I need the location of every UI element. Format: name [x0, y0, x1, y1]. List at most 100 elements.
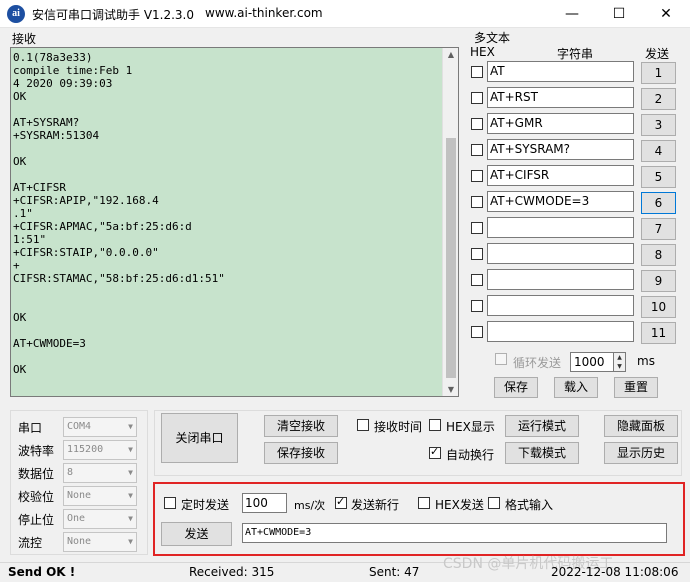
- multi-text-hex-checkbox[interactable]: [471, 326, 483, 338]
- close-window-button[interactable]: ✕: [643, 0, 689, 28]
- loop-interval-spinner[interactable]: ▲ ▼: [613, 352, 626, 372]
- multi-text-send-button[interactable]: 10: [641, 296, 676, 318]
- window-title: 安信可串口调试助手 V1.2.3.0: [32, 8, 195, 22]
- scrollbar-thumb[interactable]: [446, 138, 456, 378]
- multi-text-send-button[interactable]: 1: [641, 62, 676, 84]
- multi-text-hex-checkbox[interactable]: [471, 300, 483, 312]
- multi-text-input[interactable]: AT+GMR: [487, 113, 634, 134]
- interval-unit: ms/次: [294, 499, 326, 512]
- multi-text-input[interactable]: AT+CWMODE=3: [487, 191, 634, 212]
- load-button[interactable]: 载入: [554, 377, 598, 398]
- multi-text-hex-checkbox[interactable]: [471, 92, 483, 104]
- show-history-button[interactable]: 显示历史: [604, 442, 678, 464]
- multi-text-input[interactable]: AT+CIFSR: [487, 165, 634, 186]
- scroll-down-icon[interactable]: ▼: [443, 385, 459, 394]
- multi-text-send-button[interactable]: 8: [641, 244, 676, 266]
- stopbits-value: One: [67, 513, 86, 524]
- multi-text-hex-checkbox[interactable]: [471, 118, 483, 130]
- save-button[interactable]: 保存: [494, 377, 538, 398]
- multi-text-input[interactable]: AT+RST: [487, 87, 634, 108]
- receive-textarea[interactable]: 0.1(78a3e33) compile time:Feb 1 4 2020 0…: [10, 47, 459, 397]
- multi-text-input[interactable]: AT: [487, 61, 634, 82]
- save-receive-button[interactable]: 保存接收: [264, 442, 338, 464]
- hide-panel-button[interactable]: 隐藏面板: [604, 415, 678, 437]
- chevron-down-icon: ▼: [128, 422, 133, 431]
- received-count: Received: 315: [189, 565, 275, 579]
- multi-text-hex-checkbox[interactable]: [471, 222, 483, 234]
- baud-value: 115200: [67, 444, 104, 455]
- receive-text: 0.1(78a3e33) compile time:Feb 1 4 2020 0…: [13, 51, 225, 376]
- receive-time-checkbox[interactable]: [357, 419, 369, 431]
- multi-text-hex-checkbox[interactable]: [471, 144, 483, 156]
- baud-select[interactable]: 115200 ▼: [63, 440, 137, 460]
- format-input-checkbox[interactable]: [488, 497, 500, 509]
- multi-text-input[interactable]: [487, 217, 634, 238]
- multi-text-hex-checkbox[interactable]: [471, 248, 483, 260]
- multi-text-hex-checkbox[interactable]: [471, 274, 483, 286]
- multi-text-input[interactable]: [487, 269, 634, 290]
- clear-receive-button[interactable]: 清空接收: [264, 415, 338, 437]
- parity-select[interactable]: None ▼: [63, 486, 137, 506]
- multi-text-input[interactable]: [487, 243, 634, 264]
- download-mode-button[interactable]: 下载模式: [505, 442, 579, 464]
- multi-text-hex-checkbox[interactable]: [471, 170, 483, 182]
- timed-send-checkbox[interactable]: [164, 497, 176, 509]
- stopbits-select[interactable]: One ▼: [63, 509, 137, 529]
- hex-send-checkbox[interactable]: [418, 497, 430, 509]
- send-newline-checkbox[interactable]: [335, 495, 347, 509]
- receive-scrollbar[interactable]: ▲ ▼: [442, 48, 458, 396]
- chevron-down-icon: ▼: [128, 537, 133, 546]
- multi-text-send-button[interactable]: 6: [641, 192, 676, 214]
- flow-select[interactable]: None ▼: [63, 532, 137, 552]
- multi-text-send-button[interactable]: 4: [641, 140, 676, 162]
- flow-value: None: [67, 536, 92, 547]
- minimize-button[interactable]: —: [549, 0, 595, 28]
- receive-time-label: 接收时间: [374, 420, 423, 434]
- close-port-button[interactable]: 关闭串口: [161, 413, 238, 463]
- chevron-down-icon: ▼: [128, 514, 133, 523]
- format-input-label: 格式输入: [505, 498, 554, 512]
- app-logo-icon: ai: [7, 5, 25, 23]
- interval-input[interactable]: 100: [242, 493, 287, 513]
- run-mode-button[interactable]: 运行模式: [505, 415, 579, 437]
- send-group: [153, 482, 685, 556]
- status-datetime: 2022-12-08 11:08:06: [551, 565, 679, 579]
- auto-newline-checkbox[interactable]: [429, 445, 441, 459]
- stopbits-label: 停止位: [18, 513, 55, 527]
- send-newline-label: 发送新行: [351, 498, 400, 512]
- loop-interval-input[interactable]: 1000: [570, 352, 615, 372]
- send-input[interactable]: AT+CWMODE=3: [242, 523, 667, 543]
- databits-label: 数据位: [18, 467, 55, 481]
- loop-send-label: 循环发送: [513, 356, 562, 370]
- multi-text-hex-checkbox[interactable]: [471, 66, 483, 78]
- loop-send-checkbox[interactable]: [495, 353, 507, 365]
- parity-label: 校验位: [18, 490, 55, 504]
- databits-select[interactable]: 8 ▼: [63, 463, 137, 483]
- baud-label: 波特率: [18, 444, 55, 458]
- hex-display-checkbox[interactable]: [429, 419, 441, 431]
- multi-text-send-button[interactable]: 5: [641, 166, 676, 188]
- multi-text-send-button[interactable]: 2: [641, 88, 676, 110]
- hex-display-label: HEX显示: [446, 420, 495, 434]
- send-status: Send OK !: [8, 565, 76, 579]
- reset-button[interactable]: 重置: [614, 377, 658, 398]
- chevron-down-icon: ▼: [128, 468, 133, 477]
- databits-value: 8: [67, 467, 74, 478]
- send-button[interactable]: 发送: [161, 522, 232, 546]
- multi-text-input[interactable]: AT+SYSRAM?: [487, 139, 634, 160]
- multi-text-header-send: 发送: [645, 47, 670, 61]
- multi-text-hex-checkbox[interactable]: [471, 196, 483, 208]
- parity-value: None: [67, 490, 92, 501]
- multi-text-send-button[interactable]: 7: [641, 218, 676, 240]
- multi-text-input[interactable]: [487, 295, 634, 316]
- receive-label: 接收: [12, 32, 37, 46]
- maximize-button[interactable]: ☐: [596, 0, 642, 28]
- chevron-down-icon: ▼: [128, 491, 133, 500]
- multi-text-send-button[interactable]: 3: [641, 114, 676, 136]
- multi-text-input[interactable]: [487, 321, 634, 342]
- multi-text-send-button[interactable]: 11: [641, 322, 676, 344]
- sent-count: Sent: 47: [369, 565, 420, 579]
- multi-text-send-button[interactable]: 9: [641, 270, 676, 292]
- scroll-up-icon[interactable]: ▲: [443, 50, 459, 59]
- port-select[interactable]: COM4 ▼: [63, 417, 137, 437]
